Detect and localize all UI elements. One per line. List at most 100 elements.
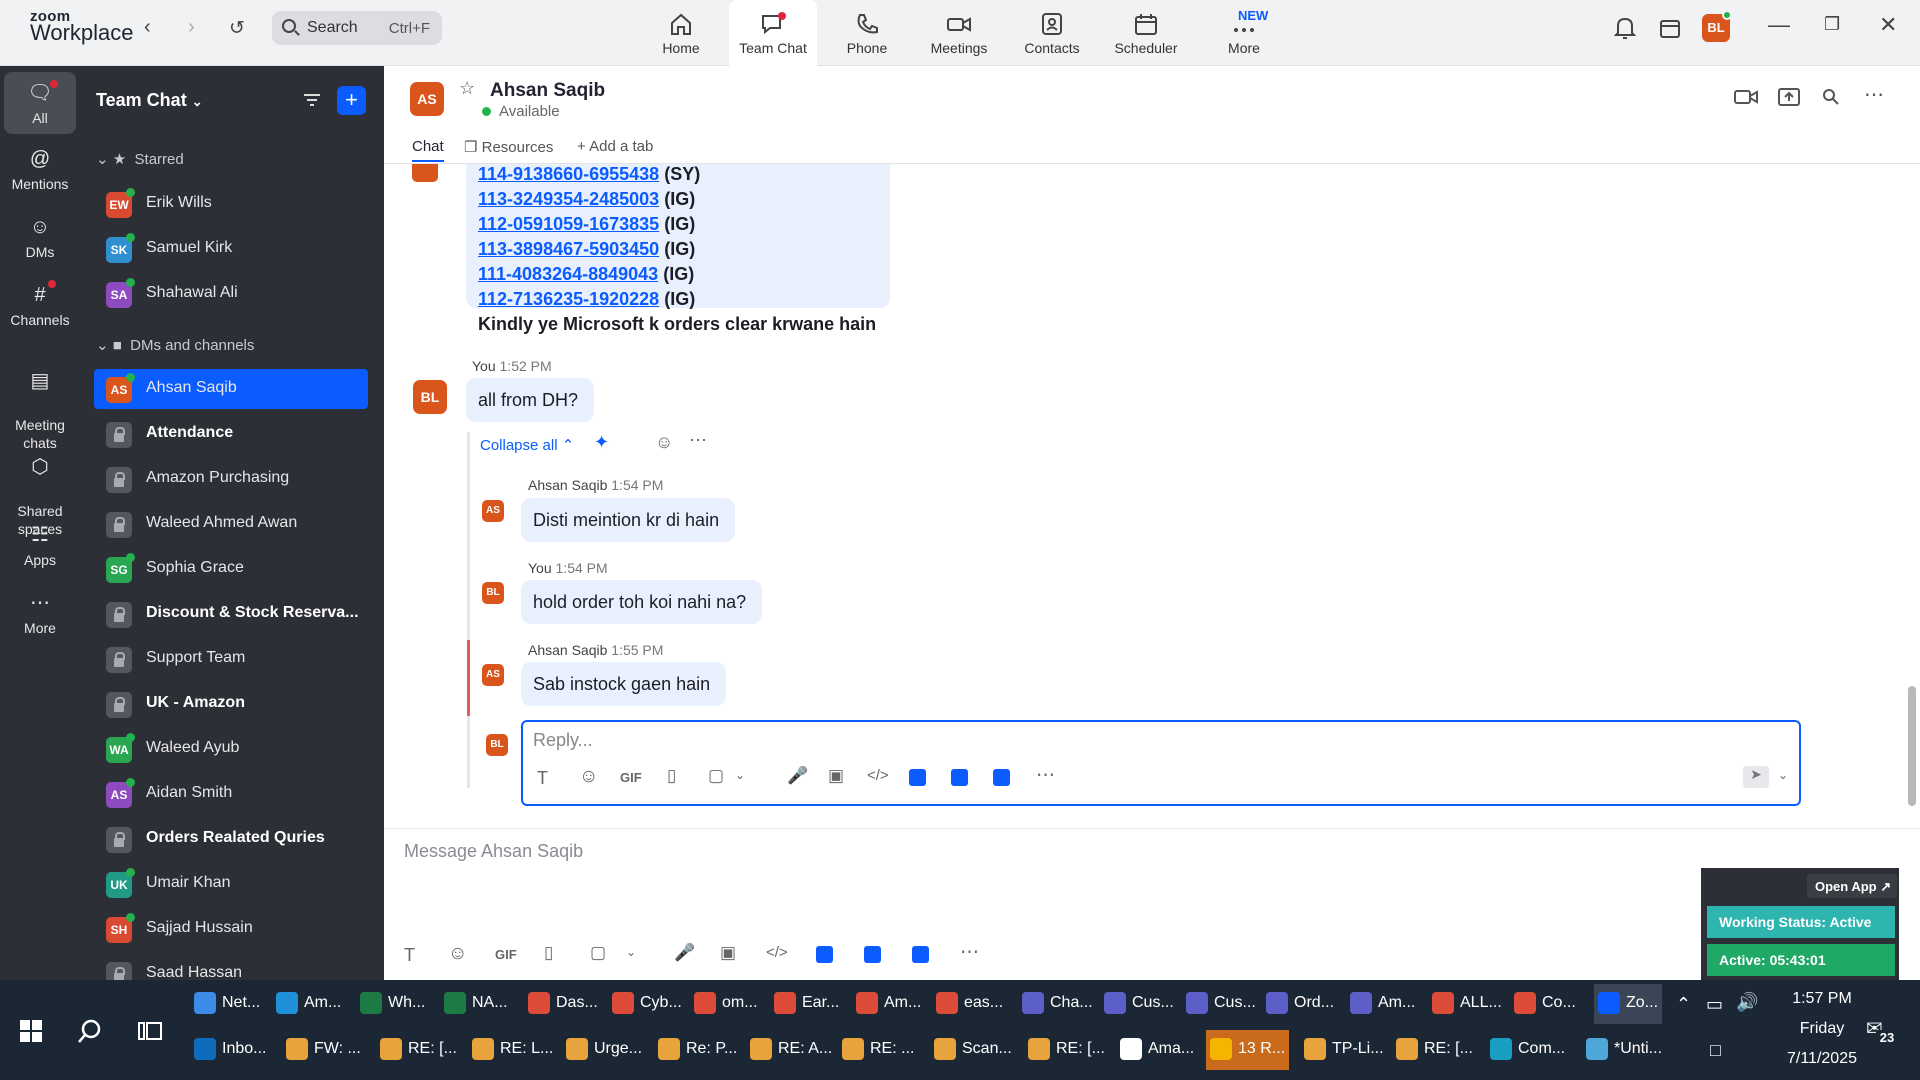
back-arrow-icon[interactable]: ‹ [144, 16, 151, 39]
windows-search-icon[interactable] [77, 1018, 103, 1044]
task-view-icon[interactable] [138, 1020, 162, 1042]
more-options-icon[interactable]: ⋯ [1864, 82, 1884, 107]
sidebar-item[interactable]: Discount & Stock Reserva... [94, 594, 368, 634]
clock-day[interactable]: Friday [1762, 1020, 1882, 1038]
ai-sparkle-icon[interactable]: ✦ [594, 432, 609, 453]
taskbar-app[interactable]: Com... [1486, 1030, 1569, 1070]
reply-input[interactable]: Reply... [533, 730, 593, 751]
taskbar-app[interactable]: RE: L... [468, 1030, 557, 1070]
new-chat-button[interactable]: + [337, 86, 366, 115]
rail-apps[interactable]: ☷ Apps [4, 524, 76, 568]
taskbar-app[interactable]: Am... [852, 984, 925, 1024]
taskbar-app[interactable]: RE: [... [1024, 1030, 1109, 1070]
network-icon[interactable]: □ [1710, 1040, 1721, 1061]
taskbar-app[interactable]: FW: ... [282, 1030, 365, 1070]
tab-add[interactable]: + Add a tab [577, 138, 653, 155]
app-icon-1[interactable] [816, 946, 833, 963]
starred-item[interactable]: EW Erik Wills [94, 184, 368, 224]
rail-more[interactable]: ⋯ More [4, 592, 76, 636]
sidebar-item[interactable]: Support Team [94, 639, 368, 679]
sidebar-item[interactable]: Amazon Purchasing [94, 459, 368, 499]
taskbar-app[interactable]: Cus... [1182, 984, 1260, 1024]
clock-time[interactable]: 1:57 PM [1762, 990, 1882, 1008]
taskbar-app[interactable]: Das... [524, 984, 602, 1024]
taskbar-app[interactable]: ALL... [1428, 984, 1506, 1024]
taskbar-app[interactable]: om... [690, 984, 762, 1024]
video-clip-icon[interactable]: ▣ [720, 943, 736, 963]
taskbar-app[interactable]: Net... [190, 984, 264, 1024]
rail-channels[interactable]: # Channels [4, 284, 76, 328]
dms-channels-section[interactable]: ⌄ ■ DMs and channels [96, 336, 254, 354]
nav-home[interactable]: Home [644, 0, 718, 66]
app-icon-2[interactable] [864, 946, 881, 963]
history-icon[interactable]: ↺ [229, 17, 245, 40]
filter-icon[interactable] [302, 90, 322, 110]
send-icon[interactable]: ➤ [1743, 766, 1769, 788]
sidebar-item[interactable]: SG Sophia Grace [94, 549, 368, 589]
tab-resources[interactable]: ❐ Resources [464, 138, 553, 156]
nav-scheduler[interactable]: Scheduler [1102, 0, 1190, 66]
taskbar-app[interactable]: RE: A... [746, 1030, 836, 1070]
order-link[interactable]: 112-7136235-1920228 [478, 289, 659, 309]
nav-team-chat[interactable]: Team Chat [729, 0, 817, 66]
windows-start-icon[interactable] [20, 1020, 42, 1042]
format-text-icon[interactable]: T [537, 768, 548, 789]
sidebar-item[interactable]: Orders Realated Quries [94, 819, 368, 859]
contact-name[interactable]: Ahsan Saqib [490, 80, 605, 102]
screenshot-icon[interactable]: ▢ [708, 766, 724, 786]
taskbar-app[interactable]: Urge... [562, 1030, 646, 1070]
collapse-all-button[interactable]: Collapse all ⌃ [480, 436, 574, 454]
order-link[interactable]: 111-4083264-8849043 [478, 264, 658, 284]
rail-mentions[interactable]: @ Mentions [4, 148, 76, 192]
toolbar-more-icon[interactable]: ⋯ [960, 941, 979, 964]
video-call-icon[interactable] [1734, 88, 1758, 106]
format-text-icon[interactable]: T [404, 945, 415, 966]
sidebar-item[interactable]: WA Waleed Ayub [94, 729, 368, 769]
starred-item[interactable]: SK Samuel Kirk [94, 229, 368, 269]
app-icon-2[interactable] [951, 769, 968, 786]
sidebar-item[interactable]: UK Umair Khan [94, 864, 368, 904]
taskbar-app[interactable]: Inbo... [190, 1030, 270, 1070]
taskbar-app[interactable]: Ama... [1116, 1030, 1198, 1070]
sidebar-item[interactable]: SH Sajjad Hussain [94, 909, 368, 949]
minimize-icon[interactable]: — [1768, 12, 1790, 38]
rail-meeting-chats[interactable]: ▤ Meeting chats [4, 352, 76, 452]
send-options-icon[interactable]: ⌄ [1778, 768, 1788, 782]
screenshot-dropdown-icon[interactable]: ⌄ [735, 768, 745, 782]
taskbar-app[interactable]: eas... [932, 984, 1007, 1024]
star-outline-icon[interactable]: ☆ [459, 78, 475, 99]
taskbar-app[interactable]: Cyb... [608, 984, 686, 1024]
contact-avatar[interactable]: AS [410, 82, 444, 116]
taskbar-app[interactable]: Re: P... [654, 1030, 741, 1070]
starred-section[interactable]: ⌄ ★ Starred [96, 150, 184, 168]
sidebar-item[interactable]: Waleed Ahmed Awan [94, 504, 368, 544]
bell-icon[interactable] [1614, 16, 1636, 40]
taskbar-app[interactable]: Wh... [356, 984, 429, 1024]
chat-search-icon[interactable] [1822, 88, 1840, 106]
taskbar-app[interactable]: RE: [... [1392, 1030, 1477, 1070]
open-app-button[interactable]: Open App ↗ [1807, 874, 1897, 898]
screenshot-icon[interactable]: ▢ [590, 943, 606, 963]
taskbar-app[interactable]: RE: ... [838, 1030, 918, 1070]
tab-chat[interactable]: Chat [412, 138, 444, 162]
forward-arrow-icon[interactable]: › [188, 16, 195, 39]
sidebar-item-selected[interactable]: AS Ahsan Saqib [94, 369, 368, 409]
scrollbar[interactable] [1908, 686, 1916, 806]
rail-shared-spaces[interactable]: ⬡ Shared spaces [4, 438, 76, 538]
gif-icon[interactable]: GIF [620, 770, 642, 785]
emoji-icon[interactable]: ☺ [579, 766, 598, 788]
thread-more-icon[interactable]: ⋯ [689, 430, 707, 451]
sidebar-title[interactable]: Team Chat ⌄ [96, 90, 203, 111]
nav-contacts[interactable]: Contacts [1010, 0, 1094, 66]
toolbar-more-icon[interactable]: ⋯ [1036, 764, 1055, 787]
working-status-button[interactable]: Working Status: Active [1707, 906, 1895, 938]
rail-dms[interactable]: ☺ DMs [4, 216, 76, 260]
taskbar-app[interactable]: TP-Li... [1300, 1030, 1388, 1070]
taskbar-app[interactable]: *Unti... [1582, 1030, 1666, 1070]
battery-icon[interactable]: ▭ [1706, 994, 1723, 1015]
file-icon[interactable]: ▯ [667, 766, 676, 786]
app-icon-3[interactable] [912, 946, 929, 963]
order-link[interactable]: 114-9138660-6955438 [478, 164, 659, 184]
taskbar-app[interactable]: Cus... [1100, 984, 1178, 1024]
taskbar-app[interactable]: Zo... [1594, 984, 1663, 1024]
